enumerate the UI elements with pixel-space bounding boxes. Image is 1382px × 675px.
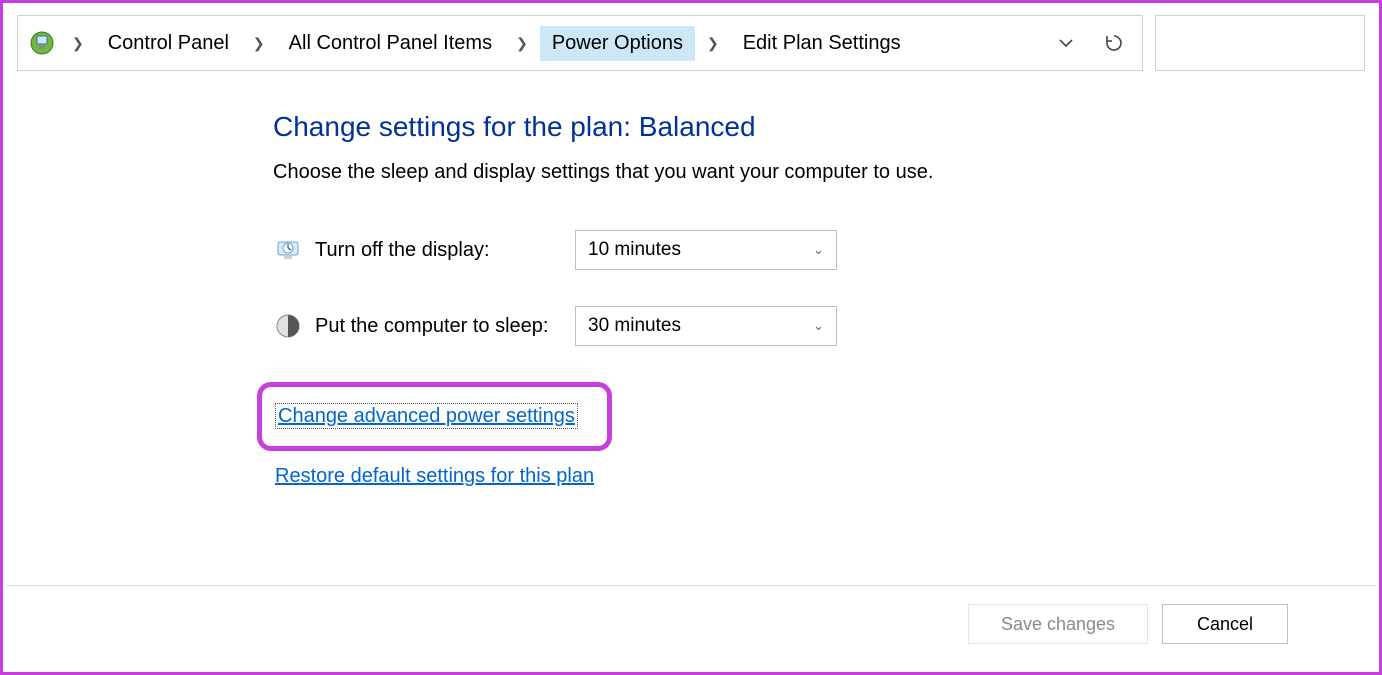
display-off-select[interactable]: 10 minutes ⌄ — [575, 230, 837, 270]
sleep-label: Put the computer to sleep: — [315, 315, 575, 338]
chevron-right-icon: ❯ — [245, 35, 273, 52]
control-panel-icon — [28, 29, 56, 57]
cancel-button[interactable]: Cancel — [1162, 604, 1288, 644]
footer-buttons: Save changes Cancel — [6, 585, 1376, 644]
address-bar-row: ❯ Control Panel ❯ All Control Panel Item… — [3, 3, 1379, 71]
display-off-row: Turn off the display: 10 minutes ⌄ — [273, 230, 1003, 270]
links-section: Change advanced power settings Restore d… — [273, 382, 1003, 488]
restore-defaults-link[interactable]: Restore default settings for this plan — [275, 465, 594, 487]
sleep-icon — [273, 311, 303, 341]
breadcrumb-edit-plan[interactable]: Edit Plan Settings — [731, 26, 913, 61]
display-off-value: 10 minutes — [588, 239, 681, 261]
sleep-select[interactable]: 30 minutes ⌄ — [575, 306, 837, 346]
breadcrumb-all-items[interactable]: All Control Panel Items — [277, 26, 504, 61]
sleep-value: 30 minutes — [588, 315, 681, 337]
chevron-right-icon: ❯ — [699, 35, 727, 52]
breadcrumb-control-panel[interactable]: Control Panel — [96, 26, 241, 61]
annotation-highlight: Change advanced power settings — [257, 382, 612, 451]
address-bar[interactable]: ❯ Control Panel ❯ All Control Panel Item… — [17, 15, 1143, 71]
save-changes-button: Save changes — [968, 604, 1148, 644]
page-title: Change settings for the plan: Balanced — [273, 111, 1003, 143]
chevron-right-icon: ❯ — [508, 35, 536, 52]
page-subtext: Choose the sleep and display settings th… — [273, 161, 1003, 184]
search-input[interactable] — [1155, 15, 1365, 71]
chevron-down-icon: ⌄ — [813, 318, 824, 334]
chevron-down-icon[interactable] — [1054, 31, 1078, 55]
chevron-right-icon: ❯ — [64, 35, 92, 52]
main-content: Change settings for the plan: Balanced C… — [3, 71, 1003, 488]
display-icon — [273, 235, 303, 265]
chevron-down-icon: ⌄ — [813, 242, 824, 258]
display-off-label: Turn off the display: — [315, 239, 575, 262]
refresh-icon[interactable] — [1102, 31, 1126, 55]
sleep-row: Put the computer to sleep: 30 minutes ⌄ — [273, 306, 1003, 346]
breadcrumb-power-options[interactable]: Power Options — [540, 26, 695, 61]
change-advanced-link[interactable]: Change advanced power settings — [276, 404, 577, 428]
